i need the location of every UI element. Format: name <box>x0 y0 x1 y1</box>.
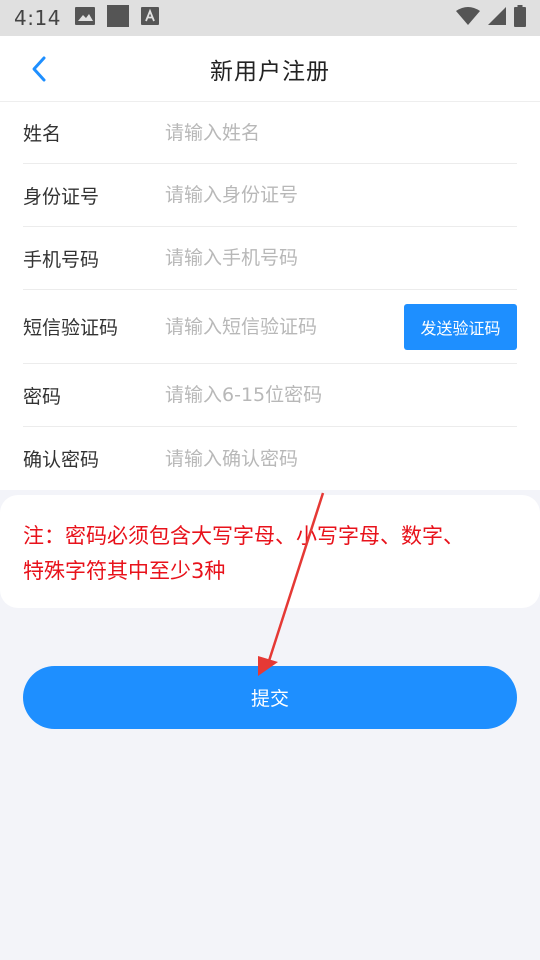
phone-input[interactable] <box>165 247 517 269</box>
font-icon <box>140 7 159 29</box>
password-row: 密码 <box>23 364 517 427</box>
name-input[interactable] <box>165 121 517 144</box>
wifi-icon <box>456 7 480 29</box>
phone-row: 手机号码 <box>23 227 517 290</box>
battery-icon <box>514 5 526 31</box>
page-title: 新用户注册 <box>210 58 330 85</box>
confirm-password-input[interactable] <box>165 447 517 470</box>
app-header: 新用户注册 <box>0 36 540 102</box>
signal-icon <box>488 7 506 29</box>
id-number-label: 身份证号 <box>23 185 100 208</box>
sms-code-label: 短信验证码 <box>23 317 119 339</box>
chevron-left-icon <box>32 56 46 82</box>
square-icon <box>106 5 129 31</box>
note-line-2: 特殊字符其中至少3种 <box>23 559 226 583</box>
name-label: 姓名 <box>23 123 62 145</box>
id-number-row: 身份证号 <box>23 164 517 227</box>
note-line-1: 注：密码必须包含大写字母、小写字母、数字、 <box>23 524 464 548</box>
name-row: 姓名 <box>23 102 517 164</box>
confirm-password-label: 确认密码 <box>23 449 100 471</box>
status-time: 4:14 <box>14 6 61 30</box>
id-number-input[interactable] <box>165 184 517 206</box>
confirm-password-row: 确认密码 <box>23 427 517 490</box>
image-icon <box>74 7 95 29</box>
send-code-button[interactable]: 发送验证码 <box>404 303 517 350</box>
password-rule-note: 注：密码必须包含大写字母、小写字母、数字、 特殊字符其中至少3种 <box>0 495 540 608</box>
sms-code-row: 短信验证码 发送验证码 <box>23 290 517 364</box>
back-button[interactable] <box>24 53 56 85</box>
registration-form: 姓名 身份证号 手机号码 短信验证码 发送验证码 密码 确认密码 <box>0 102 540 490</box>
status-bar: 4:14 <box>0 0 540 36</box>
phone-label: 手机号码 <box>23 248 100 271</box>
submit-button[interactable]: 提交 <box>23 666 517 729</box>
password-label: 密码 <box>23 385 62 408</box>
password-input[interactable] <box>165 384 517 406</box>
sms-code-input[interactable] <box>165 315 404 338</box>
